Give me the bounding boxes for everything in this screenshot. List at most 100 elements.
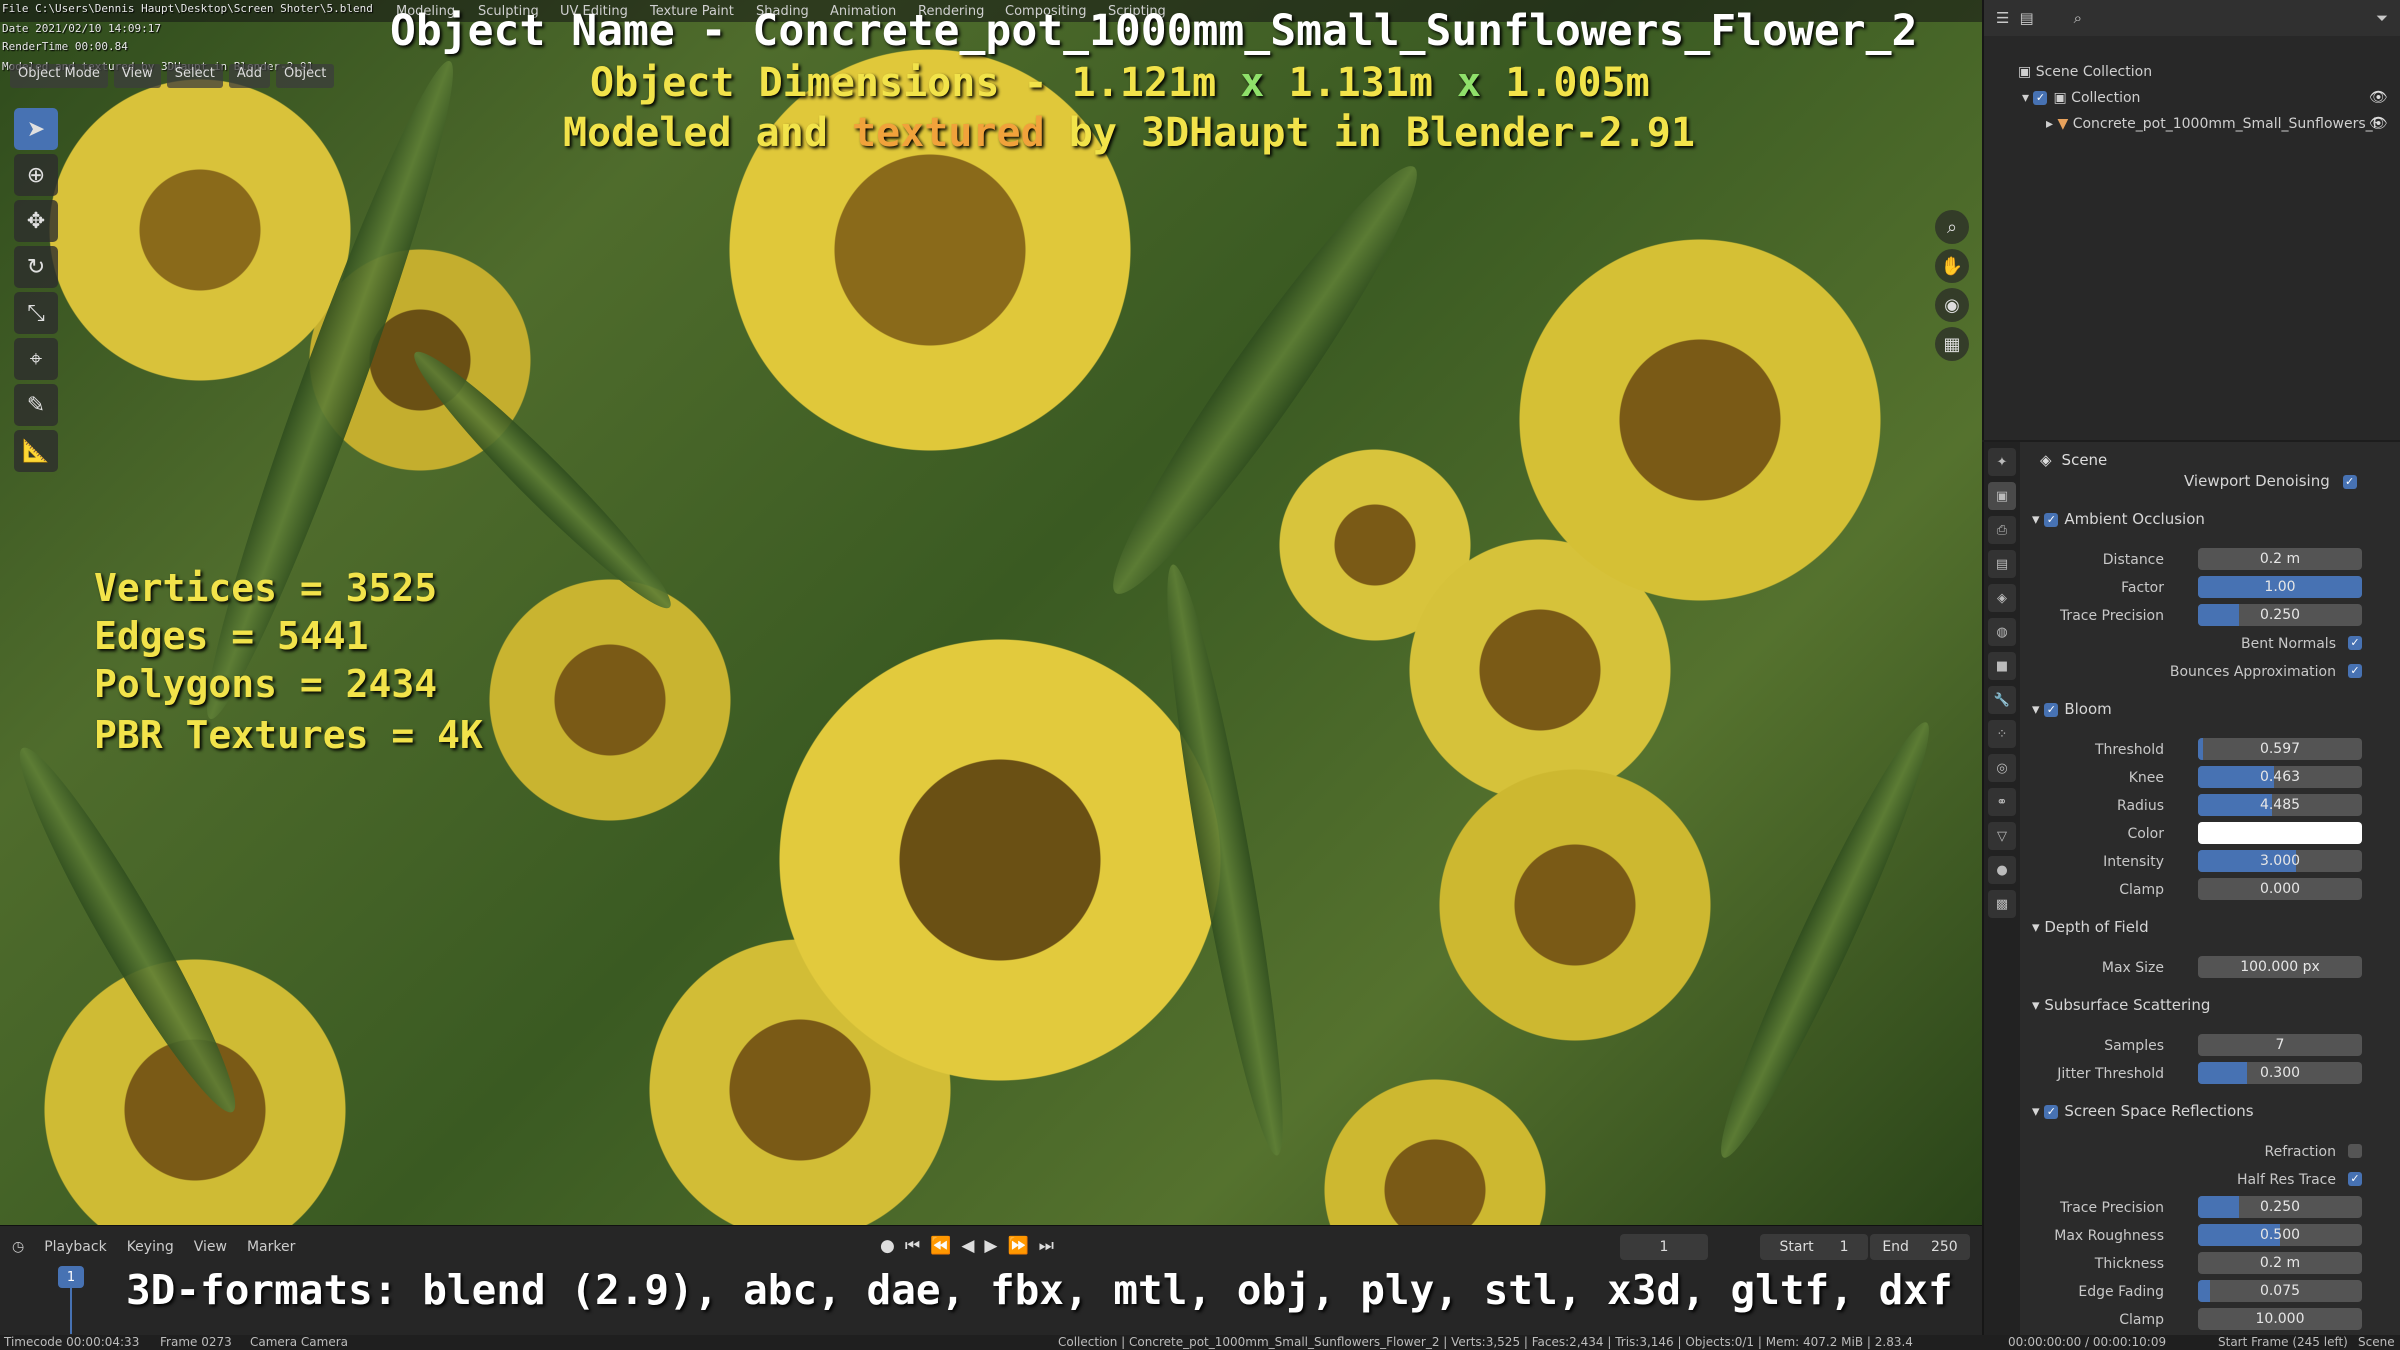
render-tab[interactable]: ▣ bbox=[1988, 482, 2016, 510]
cursor-tool[interactable]: ⊕ bbox=[14, 154, 58, 196]
bloom-knee-slider[interactable]: 0.463 bbox=[2198, 766, 2362, 788]
search-icon[interactable]: ⌕ bbox=[2074, 9, 2082, 27]
ssr-enable-checkbox[interactable]: ✓ bbox=[2044, 1104, 2059, 1119]
select-box-tool[interactable]: ➤ bbox=[14, 108, 58, 150]
jump-start-icon[interactable]: ⏮ bbox=[905, 1236, 920, 1256]
ao-enable-checkbox[interactable]: ✓ bbox=[2044, 512, 2059, 527]
bloom-threshold-slider[interactable]: 0.597 bbox=[2198, 738, 2362, 760]
sss-panel-header[interactable]: ▾ Subsurface Scattering bbox=[2032, 996, 2372, 1014]
display-mode-icon[interactable]: ▤ bbox=[2019, 9, 2033, 27]
ssr-trace-row: Trace Precision 0.250 bbox=[1984, 1196, 2374, 1220]
record-icon[interactable]: ● bbox=[880, 1236, 895, 1256]
prev-key-icon[interactable]: ⏪ bbox=[930, 1236, 951, 1256]
playback-menu[interactable]: Playback bbox=[44, 1239, 106, 1255]
current-frame-field[interactable]: 1 bbox=[1620, 1234, 1708, 1260]
ao-panel-header[interactable]: ▾ ✓ Ambient Occlusion bbox=[2032, 510, 2372, 528]
3d-viewport[interactable]: Modeling Sculpting UV Editing Texture Pa… bbox=[0, 0, 1982, 1225]
modifier-tab[interactable]: 🔧 bbox=[1988, 686, 2016, 714]
jump-end-icon[interactable]: ⏭ bbox=[1039, 1236, 1054, 1256]
ssr-rough-slider[interactable]: 0.500 bbox=[2198, 1224, 2362, 1246]
camera-view-button[interactable]: ◉ bbox=[1935, 288, 1969, 322]
ao-factor-slider[interactable]: 1.00 bbox=[2198, 576, 2362, 598]
object-menu[interactable]: Object bbox=[276, 64, 335, 88]
zoom-button[interactable]: ⌕ bbox=[1935, 210, 1969, 244]
move-tool[interactable]: ✥ bbox=[14, 200, 58, 242]
bent-normals-checkbox[interactable]: ✓ bbox=[2348, 636, 2362, 650]
pan-button[interactable]: ✋ bbox=[1935, 249, 1969, 283]
ao-distance-label: Distance bbox=[2102, 552, 2164, 568]
bloom-radius-slider[interactable]: 4.485 bbox=[2198, 794, 2362, 816]
expand-icon[interactable]: ▾ bbox=[2022, 90, 2033, 106]
bloom-clamp-field[interactable]: 0.000 bbox=[2198, 878, 2362, 900]
end-frame-field[interactable]: End 250 bbox=[1870, 1234, 1970, 1260]
play-icon[interactable]: ▶ bbox=[984, 1236, 997, 1256]
dof-panel-header[interactable]: ▾ Depth of Field bbox=[2032, 918, 2372, 936]
next-key-icon[interactable]: ⏩ bbox=[1007, 1236, 1028, 1256]
transform-tool[interactable]: ⌖ bbox=[14, 338, 58, 380]
ao-bent-row: Bent Normals ✓ bbox=[1984, 632, 2374, 656]
ao-distance-field[interactable]: 0.2 m bbox=[2198, 548, 2362, 570]
bloom-intensity-value: 3.000 bbox=[2259, 853, 2301, 869]
view-menu[interactable]: View bbox=[113, 64, 161, 88]
keying-menu[interactable]: Keying bbox=[127, 1239, 174, 1255]
view-menu[interactable]: View bbox=[194, 1239, 227, 1255]
collection-row[interactable]: ▾ ✓ ▣ Collection bbox=[2022, 90, 2140, 106]
add-menu[interactable]: Add bbox=[228, 64, 271, 88]
collection-icon: ▣ bbox=[2018, 64, 2036, 80]
output-tab[interactable]: ⎙ bbox=[1988, 516, 2016, 544]
sss-jitter-row: Jitter Threshold 0.300 bbox=[1984, 1062, 2374, 1086]
half-res-checkbox[interactable]: ✓ bbox=[2348, 1172, 2362, 1186]
bloom-enable-checkbox[interactable]: ✓ bbox=[2044, 702, 2059, 717]
start-frame-field[interactable]: Start 1 bbox=[1760, 1234, 1868, 1260]
dof-maxsize-field[interactable]: 100.000 px bbox=[2198, 956, 2362, 978]
crosshair-icon: ⊕ bbox=[26, 162, 46, 188]
ssr-trace-slider[interactable]: 0.250 bbox=[2198, 1196, 2362, 1218]
play-reverse-icon[interactable]: ◀ bbox=[961, 1236, 974, 1256]
editor-type-icon[interactable]: ◷ bbox=[12, 1239, 24, 1255]
playhead[interactable]: 1 bbox=[58, 1266, 84, 1288]
ao-factor-label: Factor bbox=[2121, 580, 2164, 596]
eye-icon[interactable]: 👁 bbox=[2369, 88, 2388, 106]
ssr-clamp-row: Clamp 10.000 bbox=[1984, 1308, 2374, 1332]
bounces-checkbox[interactable]: ✓ bbox=[2348, 664, 2362, 678]
bloom-panel-header[interactable]: ▾ ✓ Bloom bbox=[2032, 700, 2372, 718]
ssr-clamp-field[interactable]: 10.000 bbox=[2198, 1308, 2362, 1330]
tool-tab[interactable]: ✦ bbox=[1988, 448, 2016, 476]
sss-samples-field[interactable]: 7 bbox=[2198, 1034, 2362, 1056]
bloom-knee-row: Knee 0.463 bbox=[1984, 766, 2374, 790]
annotate-tool[interactable]: ✎ bbox=[14, 384, 58, 426]
filter-icon[interactable]: ⏷ bbox=[2376, 9, 2388, 27]
refraction-checkbox[interactable] bbox=[2348, 1144, 2362, 1158]
ssr-trace-label: Trace Precision bbox=[2059, 1200, 2164, 1216]
bloom-radius-value: 4.485 bbox=[2259, 797, 2301, 813]
bloom-color-swatch[interactable] bbox=[2198, 822, 2362, 844]
bloom-intensity-slider[interactable]: 3.000 bbox=[2198, 850, 2362, 872]
viewport-denoising-checkbox[interactable]: ✓ bbox=[2342, 474, 2357, 489]
ssr-thickness-value: 0.2 m bbox=[2259, 1255, 2301, 1271]
ssr-thickness-field[interactable]: 0.2 m bbox=[2198, 1252, 2362, 1274]
select-menu[interactable]: Select bbox=[166, 64, 223, 88]
bloom-threshold-row: Threshold 0.597 bbox=[1984, 738, 2374, 762]
hud-date: Date 2021/02/10 14:09:17 bbox=[2, 22, 161, 35]
properties-panel: ✦ ▣ ⎙ ▤ ◈ ◍ ■ 🔧 ⁘ ◎ ⚭ ▽ ● ▩ ◈ Scene View… bbox=[1982, 442, 2400, 1335]
object-row[interactable]: ▸ ▼ Concrete_pot_1000mm_Small_Sunflowers… bbox=[2046, 116, 2381, 132]
object-mode-dropdown[interactable]: Object Mode bbox=[10, 64, 108, 88]
editor-type-icon[interactable]: ☰ bbox=[1996, 9, 2009, 27]
modeled-by-overlay: Modeled and textured by 3DHaupt in Blend… bbox=[563, 110, 1695, 156]
mesh-object-icon: ▼ bbox=[2057, 116, 2073, 132]
ssr-thickness-row: Thickness 0.2 m bbox=[1984, 1252, 2374, 1276]
expand-icon[interactable]: ▸ bbox=[2046, 116, 2057, 132]
rotate-tool[interactable]: ↻ bbox=[14, 246, 58, 288]
sss-jitter-slider[interactable]: 0.300 bbox=[2198, 1062, 2362, 1084]
ssr-panel-header[interactable]: ▾ ✓ Screen Space Reflections bbox=[2032, 1102, 2372, 1120]
measure-tool[interactable]: 📐 bbox=[14, 430, 58, 472]
ao-trace-slider[interactable]: 0.250 bbox=[2198, 604, 2362, 626]
scene-collection-row[interactable]: ▣ Scene Collection bbox=[2018, 64, 2152, 80]
ssr-edge-slider[interactable]: 0.075 bbox=[2198, 1280, 2362, 1302]
scale-tool[interactable]: ⤡ bbox=[14, 292, 58, 334]
collection-checkbox[interactable]: ✓ bbox=[2033, 91, 2048, 105]
ortho-toggle-button[interactable]: ▦ bbox=[1935, 327, 1969, 361]
bloom-radius-row: Radius 4.485 bbox=[1984, 794, 2374, 818]
eye-icon[interactable]: 👁 bbox=[2369, 114, 2388, 132]
marker-menu[interactable]: Marker bbox=[247, 1239, 295, 1255]
